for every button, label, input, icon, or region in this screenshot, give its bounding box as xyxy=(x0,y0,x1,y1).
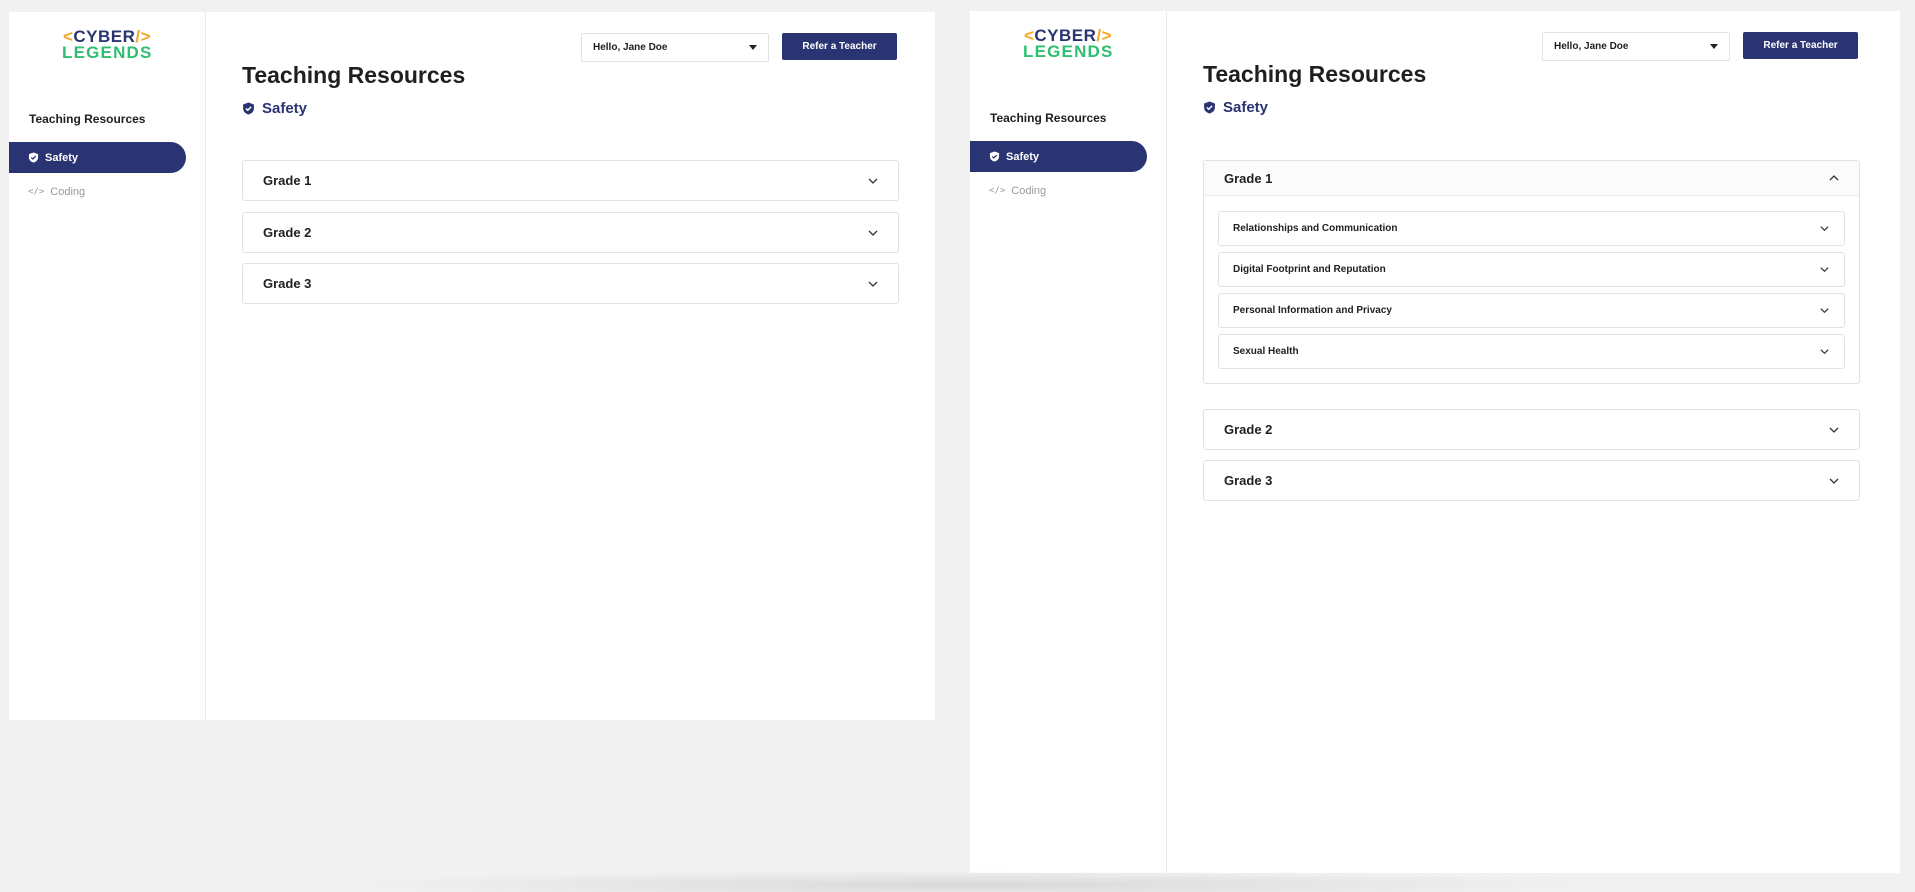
main-content: Hello, Jane Doe Refer a Teacher Teaching… xyxy=(1167,11,1900,873)
grade-accordion-header[interactable]: Grade 1 xyxy=(1204,161,1859,196)
shield-check-icon xyxy=(989,151,1000,162)
grade-accordion-3[interactable]: Grade 3 xyxy=(242,263,899,304)
grade-accordion-2[interactable]: Grade 2 xyxy=(242,212,899,253)
grade-accordion-1[interactable]: Grade 1 xyxy=(242,160,899,201)
grade-topic-list: Relationships and Communication Digital … xyxy=(1204,196,1859,383)
chevron-down-icon xyxy=(867,278,879,290)
sidebar-heading: Teaching Resources xyxy=(29,112,146,126)
page-title: Teaching Resources xyxy=(242,62,466,88)
grade-accordion-header[interactable]: Grade 3 xyxy=(1204,461,1859,500)
screen-expanded: <CYBER/> LEGENDS Teaching Resources Safe… xyxy=(970,11,1900,873)
shield-check-icon xyxy=(28,152,39,163)
section-title-text: Safety xyxy=(262,100,308,117)
topic-accordion[interactable]: Personal Information and Privacy xyxy=(1218,293,1845,328)
cyber-legends-logo[interactable]: <CYBER/> LEGENDS xyxy=(62,28,152,61)
topic-accordion[interactable]: Digital Footprint and Reputation xyxy=(1218,252,1845,287)
sidebar-item-label: Coding xyxy=(1011,184,1047,197)
caret-down-icon xyxy=(1710,44,1718,49)
grade-accordion-header[interactable]: Grade 2 xyxy=(243,213,898,252)
topic-label: Personal Information and Privacy xyxy=(1233,305,1392,316)
user-greeting: Hello, Jane Doe xyxy=(593,42,668,53)
user-greeting: Hello, Jane Doe xyxy=(1554,41,1629,52)
main-content: Hello, Jane Doe Refer a Teacher Teaching… xyxy=(206,12,935,720)
caret-down-icon xyxy=(749,45,757,50)
chevron-down-icon xyxy=(867,175,879,187)
sidebar-item-safety[interactable]: Safety xyxy=(9,142,186,173)
sidebar: <CYBER/> LEGENDS Teaching Resources Safe… xyxy=(970,11,1167,873)
code-icon: </> xyxy=(989,185,1006,196)
topic-label: Digital Footprint and Reputation xyxy=(1233,264,1386,275)
topic-label: Sexual Health xyxy=(1233,346,1299,357)
grade-label: Grade 1 xyxy=(1224,170,1273,186)
drop-shadow xyxy=(320,870,1620,892)
grade-accordion-1[interactable]: Grade 1 Relationships and Communication … xyxy=(1203,160,1860,384)
sidebar: <CYBER/> LEGENDS Teaching Resources Safe… xyxy=(9,12,206,720)
sidebar-item-label: Safety xyxy=(1006,150,1040,163)
chevron-down-icon xyxy=(1819,346,1830,357)
topic-accordion[interactable]: Sexual Health xyxy=(1218,334,1845,369)
chevron-up-icon xyxy=(1828,172,1840,184)
shield-check-icon xyxy=(1203,101,1216,114)
grade-label: Grade 3 xyxy=(263,276,312,291)
chevron-down-icon xyxy=(1828,424,1840,436)
sidebar-item-label: Coding xyxy=(50,185,86,198)
chevron-down-icon xyxy=(1819,223,1830,234)
grade-accordion-header[interactable]: Grade 2 xyxy=(1204,410,1859,449)
grade-accordion-header[interactable]: Grade 1 xyxy=(243,161,898,200)
sidebar-item-label: Safety xyxy=(45,151,79,164)
screen-collapsed: <CYBER/> LEGENDS Teaching Resources Safe… xyxy=(9,12,935,720)
sidebar-heading: Teaching Resources xyxy=(990,111,1107,125)
grade-accordion-header[interactable]: Grade 3 xyxy=(243,264,898,303)
user-menu-dropdown[interactable]: Hello, Jane Doe xyxy=(581,33,769,62)
user-menu-dropdown[interactable]: Hello, Jane Doe xyxy=(1542,32,1730,61)
refer-teacher-button[interactable]: Refer a Teacher xyxy=(1743,32,1858,59)
code-icon: </> xyxy=(28,186,45,197)
chevron-down-icon xyxy=(867,227,879,239)
sidebar-item-safety[interactable]: Safety xyxy=(970,141,1147,172)
grade-label: Grade 2 xyxy=(1224,422,1273,437)
chevron-down-icon xyxy=(1819,264,1830,275)
cyber-legends-logo[interactable]: <CYBER/> LEGENDS xyxy=(1023,27,1113,60)
topic-accordion[interactable]: Relationships and Communication xyxy=(1218,211,1845,246)
sidebar-item-coding[interactable]: </> Coding xyxy=(970,175,1147,206)
grade-accordion-3[interactable]: Grade 3 xyxy=(1203,460,1860,501)
sidebar-item-coding[interactable]: </> Coding xyxy=(9,176,186,207)
chevron-down-icon xyxy=(1828,475,1840,487)
refer-teacher-button[interactable]: Refer a Teacher xyxy=(782,33,897,60)
grade-accordion-2[interactable]: Grade 2 xyxy=(1203,409,1860,450)
page-title: Teaching Resources xyxy=(1203,61,1427,87)
section-title-text: Safety xyxy=(1223,99,1269,116)
section-title: Safety xyxy=(242,100,307,117)
section-title: Safety xyxy=(1203,99,1268,116)
grade-label: Grade 3 xyxy=(1224,473,1273,488)
shield-check-icon xyxy=(242,102,255,115)
chevron-down-icon xyxy=(1819,305,1830,316)
topic-label: Relationships and Communication xyxy=(1233,223,1398,234)
grade-label: Grade 1 xyxy=(263,173,312,188)
grade-label: Grade 2 xyxy=(263,225,312,240)
